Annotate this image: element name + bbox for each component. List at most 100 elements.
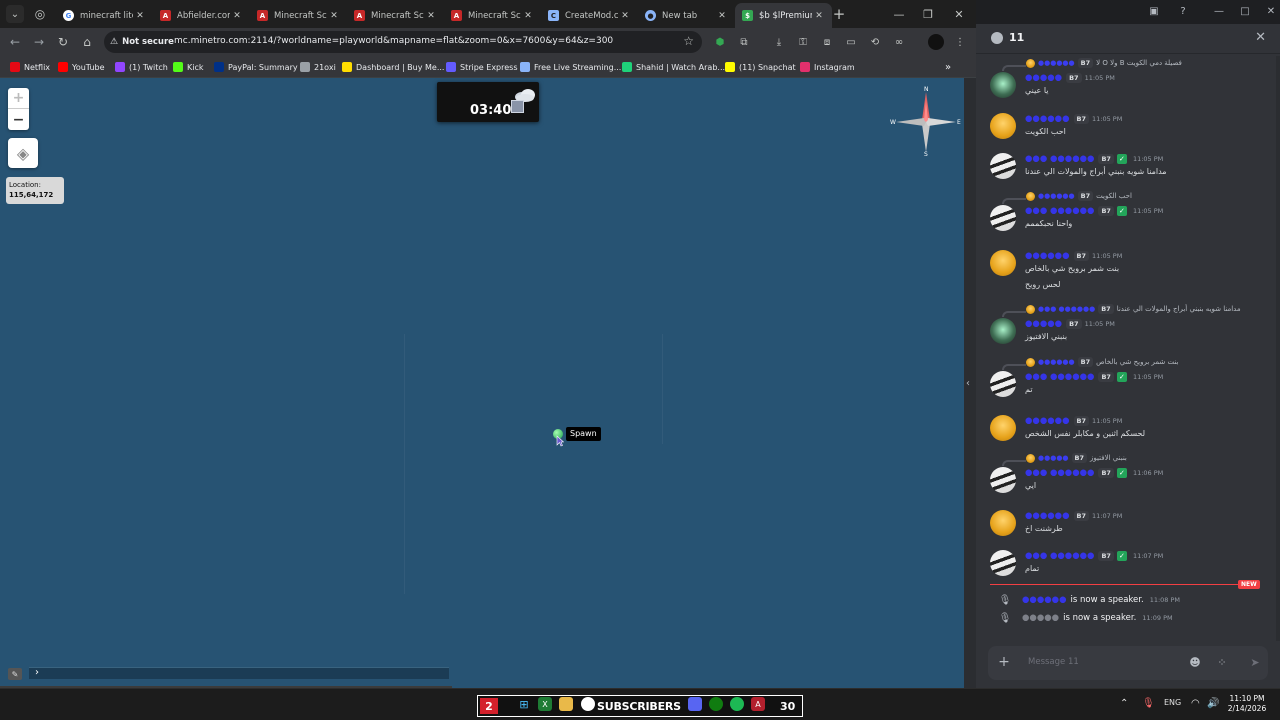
url-text[interactable]: mc.minetro.com:2114/?worldname=playworld… (174, 36, 613, 46)
close-tab-icon[interactable]: ✕ (230, 9, 244, 23)
username[interactable]: ●●● ●●●●●● (1025, 206, 1094, 216)
tray-chevron-up-icon[interactable]: ⌃ (1120, 698, 1128, 709)
attach-plus-icon[interactable]: + (996, 654, 1012, 670)
reply-preview[interactable]: ●●●●●● B7 لا O ولا B فصيلة دمي الكويت (1026, 57, 1182, 69)
bookmark-item[interactable]: Stripe Express (446, 60, 518, 74)
browser-tab[interactable]: Gminecraft lite ✕ (56, 3, 153, 28)
adobe-icon[interactable]: A (751, 697, 765, 711)
close-chat-button[interactable]: ✕ (1255, 30, 1266, 45)
volume-icon[interactable]: 🔊 (1207, 698, 1219, 709)
browser-tab[interactable]: A Minecraft Sch ✕ (347, 3, 444, 28)
bookmark-item[interactable]: 21oxi (300, 60, 336, 74)
reply-preview[interactable]: ●●● ●●●●●● B7 مدامنا شويه بنبني أبراج والم… (1026, 303, 1241, 315)
avatar[interactable] (990, 153, 1016, 179)
close-tab-icon[interactable]: ✕ (812, 9, 826, 23)
username[interactable]: ●●● ●●●●●● (1025, 372, 1094, 382)
bookmark-item[interactable]: Dashboard | Buy Me... (342, 60, 444, 74)
browser-tab[interactable]: C CreateMod.co ✕ (541, 3, 638, 28)
link-icon[interactable]: ∞ (891, 34, 907, 50)
close-tab-icon[interactable]: ✕ (327, 9, 341, 23)
username[interactable]: ●●●●●● (1025, 511, 1070, 521)
send-icon[interactable]: ➤ (1248, 655, 1262, 669)
message-composer[interactable]: + Message 11 ☻ ⁘ ➤ (988, 646, 1268, 680)
bookmark-item[interactable]: Shahid | Watch Arab... (622, 60, 725, 74)
file-explorer-icon[interactable] (559, 697, 573, 711)
language-indicator[interactable]: ENG (1164, 698, 1181, 707)
reply-preview[interactable]: ●●●●●● B7 احب الكويت (1026, 190, 1132, 202)
username[interactable]: ●●● ●●●●●● (1025, 551, 1094, 561)
username[interactable]: ●●●●● (1022, 613, 1059, 623)
avatar[interactable] (990, 415, 1016, 441)
maximize-button[interactable]: ❐ (919, 5, 937, 23)
bookmark-item[interactable]: Instagram (800, 60, 855, 74)
apps-icon[interactable]: ⁘ (1215, 655, 1229, 669)
close-tab-icon[interactable]: ✕ (715, 9, 729, 23)
inbox-icon[interactable]: ▣ (1147, 4, 1161, 18)
minimize-button[interactable]: — (890, 5, 908, 23)
browser-tab[interactable]: A Abfielder.com ✕ (153, 3, 250, 28)
discord-icon[interactable] (688, 697, 702, 711)
avatar[interactable] (990, 550, 1016, 576)
username[interactable]: ●●●●● (1025, 319, 1062, 329)
spotify-icon[interactable] (730, 697, 744, 711)
bookmark-star-icon[interactable]: ☆ (683, 34, 694, 48)
new-tab-button[interactable]: + (830, 5, 848, 23)
avatar[interactable] (990, 467, 1016, 493)
help-icon[interactable]: ? (1176, 4, 1190, 18)
zoom-out-button[interactable]: − (8, 109, 29, 130)
bookmark-item[interactable]: Netflix (10, 60, 50, 74)
more-bookmarks-chevron-icon[interactable]: » (945, 60, 951, 74)
collapse-handle-icon[interactable]: ‹ (966, 378, 970, 389)
username[interactable]: ●●● ●●●●●● (1025, 154, 1094, 164)
bookmark-item[interactable]: YouTube (58, 60, 105, 74)
username[interactable]: ●●●●●● (1025, 251, 1070, 261)
browser-tab[interactable]: $ $b $lPremium✕ (735, 3, 832, 28)
close-tab-icon[interactable]: ✕ (424, 9, 438, 23)
bookmark-item[interactable]: Free Live Streaming... (520, 60, 621, 74)
tab-search-button[interactable]: ⌄ (6, 5, 24, 23)
emoji-icon[interactable]: ☻ (1188, 655, 1202, 669)
xbox-icon[interactable] (709, 697, 723, 711)
reply-preview[interactable]: ●●●●● B7 بنبني الافتيوز (1026, 452, 1127, 464)
back-button[interactable]: ← (6, 33, 24, 51)
close-icon[interactable]: ✕ (1264, 4, 1278, 18)
map-tool-button[interactable]: ✎ (8, 668, 22, 680)
microphone-icon[interactable]: 🎙 (1142, 698, 1155, 709)
dynmap-viewport[interactable]: + − ◈ Location: 115,64,172 03:40 N E S W… (0, 78, 964, 688)
username[interactable]: ●●●●●● (1025, 416, 1070, 426)
sidebar-expand-bar[interactable]: › (29, 667, 449, 679)
close-tab-icon[interactable]: ✕ (618, 9, 632, 23)
layers-button[interactable]: ◈ (8, 138, 38, 168)
bookmark-item[interactable]: PayPal: Summary (214, 60, 298, 74)
username[interactable]: ●●● ●●●●●● (1025, 468, 1094, 478)
minimize-icon[interactable]: — (1212, 4, 1226, 18)
bookmark-item[interactable]: (11) Snapchat (725, 60, 796, 74)
reply-preview[interactable]: ●●●●●● B7 بنت شمر برويح شي بالخاص (1026, 356, 1178, 368)
composer-placeholder[interactable]: Message 11 (1028, 657, 1079, 667)
username[interactable]: ●●●●● (1025, 73, 1062, 83)
browser-tab[interactable]: ● New tab ✕ (638, 3, 735, 28)
history-icon[interactable]: ⟲ (867, 34, 883, 50)
close-tab-icon[interactable]: ✕ (133, 9, 147, 23)
profile-avatar[interactable] (928, 34, 944, 50)
payment-card-icon[interactable]: ▭ (843, 34, 859, 50)
reload-button[interactable]: ↻ (54, 33, 72, 51)
avatar[interactable] (990, 371, 1016, 397)
translate-icon[interactable]: ⧈ (819, 34, 835, 50)
bookmark-item[interactable]: (1) Twitch (115, 60, 168, 74)
avatar[interactable] (990, 205, 1016, 231)
close-window-button[interactable]: ✕ (950, 5, 968, 23)
chrome-icon[interactable] (581, 697, 595, 711)
password-key-icon[interactable]: ⚿ (795, 34, 811, 50)
browser-tab[interactable]: A Minecraft Sch ✕ (250, 3, 347, 28)
wifi-icon[interactable]: ◠ (1191, 698, 1200, 709)
shield-extension-icon[interactable]: ⬢ (712, 34, 728, 50)
maximize-icon[interactable]: □ (1238, 4, 1252, 18)
username[interactable]: ●●●●●● (1025, 114, 1070, 124)
forward-button[interactable]: → (30, 33, 48, 51)
chat-scrollbar[interactable] (1276, 56, 1280, 641)
download-icon[interactable]: ⤓ (771, 34, 787, 50)
close-tab-icon[interactable]: ✕ (521, 9, 535, 23)
excel-icon[interactable]: X (538, 697, 552, 711)
browser-tab[interactable]: A Minecraft Sch ✕ (444, 3, 541, 28)
